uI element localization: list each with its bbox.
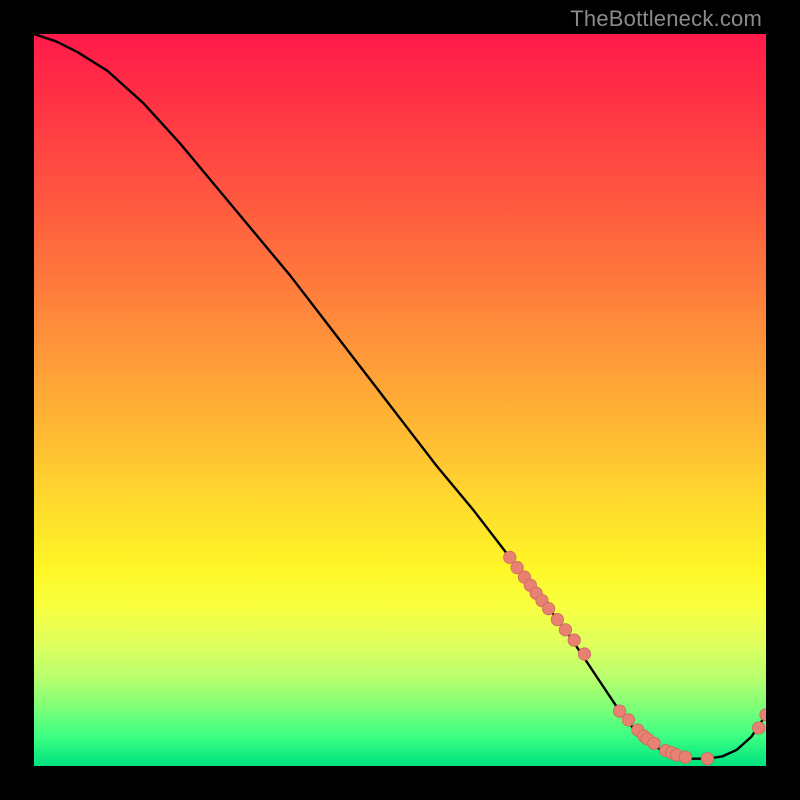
marker-point <box>701 752 713 764</box>
marker-point <box>578 648 590 660</box>
marker-point <box>504 551 516 563</box>
marker-group <box>504 551 766 765</box>
marker-point <box>542 602 554 614</box>
marker-point <box>559 624 571 636</box>
marker-point <box>648 737 660 749</box>
marker-point <box>568 634 580 646</box>
chart-svg <box>34 34 766 766</box>
marker-point <box>622 714 634 726</box>
marker-point <box>760 709 766 721</box>
watermark-text: TheBottleneck.com <box>570 6 762 32</box>
bottleneck-curve <box>34 34 766 759</box>
marker-point <box>679 751 691 763</box>
marker-point <box>752 722 764 734</box>
chart-stage: TheBottleneck.com <box>0 0 800 800</box>
plot-area <box>34 34 766 766</box>
marker-point <box>551 613 563 625</box>
